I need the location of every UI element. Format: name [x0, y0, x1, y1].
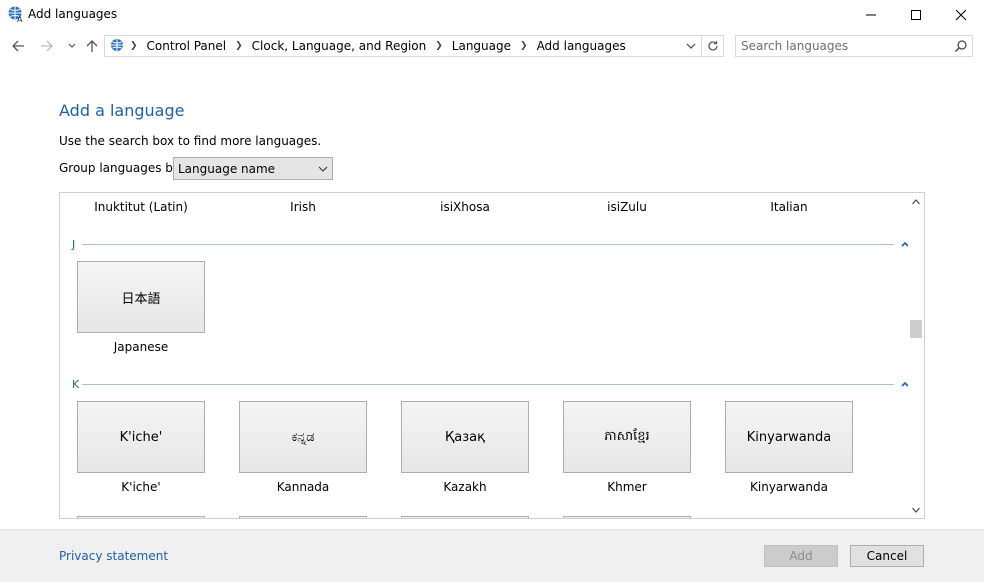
arrow-right-icon	[41, 40, 53, 52]
scrollbar-thumb[interactable]	[910, 320, 922, 338]
chevron-down-icon	[318, 166, 328, 172]
search-input[interactable]	[736, 36, 946, 56]
group-letter: J	[72, 238, 76, 251]
language-name: Khmer	[607, 480, 647, 494]
privacy-statement-link[interactable]: Privacy statement	[59, 549, 168, 563]
language-tile-partial[interactable]	[401, 516, 529, 518]
breadcrumb-separator: ❯	[235, 41, 243, 51]
address-bar[interactable]: ❯ Control Panel ❯ Clock, Language, and R…	[104, 35, 702, 57]
refresh-button[interactable]	[702, 35, 724, 57]
group-header-j: J	[72, 238, 909, 256]
language-name: Japanese	[113, 340, 169, 354]
breadcrumb-control-panel[interactable]: Control Panel	[147, 39, 227, 53]
up-button[interactable]	[82, 36, 102, 56]
svg-text:A: A	[17, 15, 23, 23]
language-list: Inuktitut (Latin) Irish isiXhosa isiZulu…	[59, 192, 925, 519]
language-name: Kinyarwanda	[750, 480, 828, 494]
dialog-footer: Privacy statement Add Cancel	[0, 529, 984, 582]
minimize-icon	[866, 14, 876, 16]
language-tile-japanese[interactable]: 日本語	[77, 261, 205, 333]
globe-language-icon: A	[8, 6, 23, 23]
group-divider	[82, 384, 894, 385]
language-item[interactable]: Inuktitut (Latin)	[61, 200, 221, 214]
breadcrumb-separator: ❯	[130, 41, 138, 51]
language-row: Inuktitut (Latin) Irish isiXhosa isiZulu…	[60, 193, 908, 223]
chevron-down-icon[interactable]	[685, 40, 697, 52]
language-item[interactable]: isiXhosa	[385, 200, 545, 214]
chevron-down-icon	[68, 43, 76, 48]
group-by-select[interactable]: Language name	[173, 157, 333, 180]
language-tile-partial[interactable]	[77, 516, 205, 518]
breadcrumb-add-languages[interactable]: Add languages	[537, 39, 626, 53]
breadcrumb-clock-language-region[interactable]: Clock, Language, and Region	[252, 39, 427, 53]
language-tile-kinyarwanda[interactable]: Kinyarwanda	[725, 401, 853, 473]
close-icon	[955, 9, 967, 21]
back-button[interactable]	[8, 36, 28, 56]
globe-language-icon	[111, 39, 123, 51]
language-tile-kiche[interactable]: K'iche'	[77, 401, 205, 473]
search-icon[interactable]	[954, 39, 968, 53]
arrow-left-icon	[12, 40, 24, 52]
group-letter: K	[72, 378, 80, 391]
search-hint: Use the search box to find more language…	[59, 134, 322, 148]
maximize-icon	[911, 10, 921, 20]
navigation-bar: ❯ Control Panel ❯ Clock, Language, and R…	[0, 30, 984, 62]
scroll-up-icon[interactable]	[911, 197, 921, 207]
language-name: Kannada	[276, 480, 330, 494]
minimize-button[interactable]	[848, 0, 894, 30]
language-item[interactable]: Italian	[709, 200, 869, 214]
group-divider	[82, 244, 894, 245]
window-title: Add languages	[28, 7, 118, 21]
language-tile-partial[interactable]	[239, 516, 367, 518]
page-title: Add a language	[59, 101, 185, 120]
close-button[interactable]	[938, 0, 984, 30]
breadcrumb-separator: ❯	[435, 41, 443, 51]
language-name: Kazakh	[443, 480, 487, 494]
group-by-label: Group languages by:	[59, 161, 184, 175]
maximize-button[interactable]	[893, 0, 939, 30]
language-item[interactable]: isiZulu	[547, 200, 707, 214]
breadcrumb: ❯ Control Panel ❯ Clock, Language, and R…	[130, 39, 626, 53]
group-header-k: K	[72, 378, 909, 396]
language-item[interactable]: Irish	[223, 200, 383, 214]
language-tile-khmer[interactable]: ភាសាខ្មែរ	[563, 401, 691, 473]
add-button[interactable]: Add	[764, 545, 838, 567]
language-tile-kannada[interactable]: ಕನ್ನಡ	[239, 401, 367, 473]
language-tile-partial[interactable]	[563, 516, 691, 518]
language-name: K'iche'	[121, 480, 161, 494]
breadcrumb-separator: ❯	[520, 41, 528, 51]
refresh-icon	[707, 41, 718, 51]
forward-button[interactable]	[37, 36, 57, 56]
title-bar: A Add languages	[0, 0, 984, 30]
search-box[interactable]	[735, 35, 973, 57]
group-by-value: Language name	[178, 162, 276, 176]
breadcrumb-language[interactable]: Language	[452, 39, 511, 53]
language-tile-kazakh[interactable]: Қазақ	[401, 401, 529, 473]
cancel-button[interactable]: Cancel	[850, 545, 924, 567]
vertical-scrollbar[interactable]	[908, 193, 924, 518]
arrow-up-icon	[86, 40, 98, 52]
scroll-down-icon[interactable]	[911, 505, 921, 515]
recent-locations-button[interactable]	[62, 36, 82, 56]
